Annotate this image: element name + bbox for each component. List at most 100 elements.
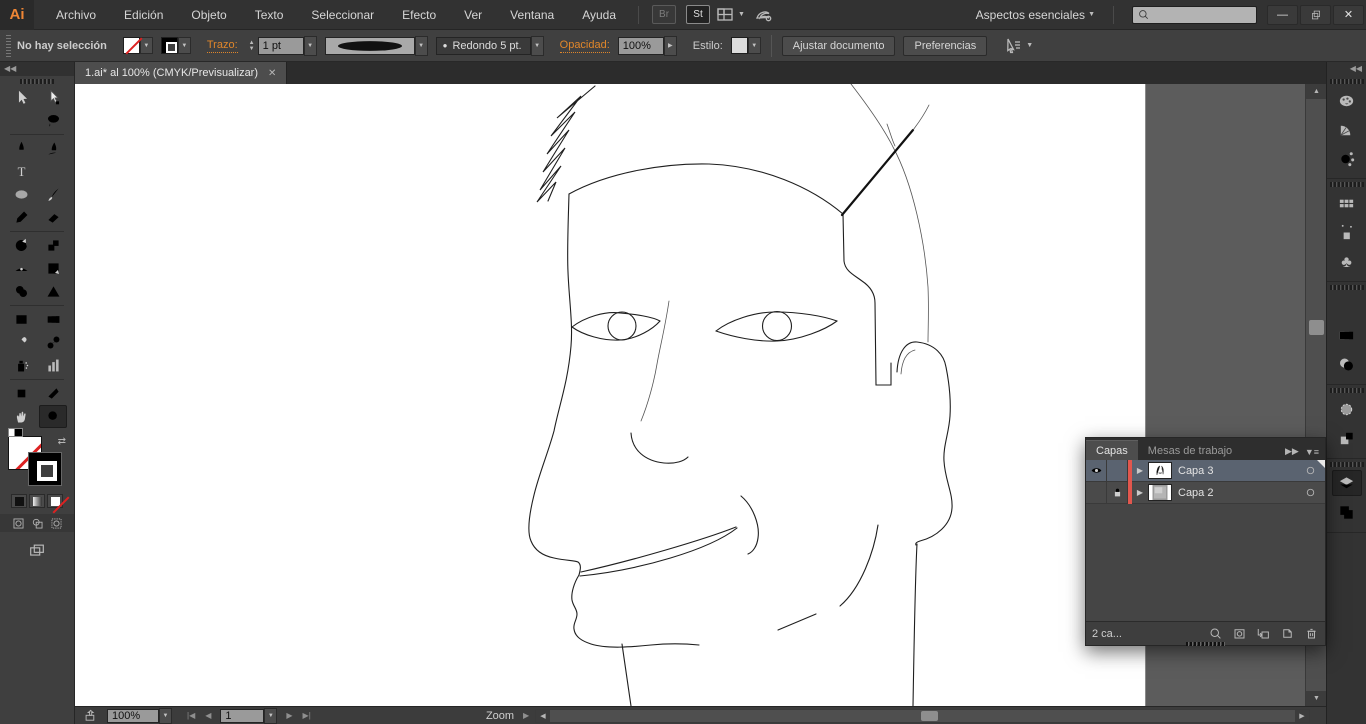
swap-fill-stroke-icon[interactable]: ⇄ (58, 436, 66, 447)
symbols-panel-icon[interactable]: ♣ (1332, 248, 1362, 274)
stroke-color-swatch[interactable] (160, 37, 178, 54)
gradient-button[interactable] (29, 494, 45, 508)
transparency-panel-icon[interactable] (1332, 351, 1362, 377)
brush-dropdown[interactable]: ▼ (530, 35, 544, 56)
variable-width-profile[interactable] (324, 36, 415, 55)
style-dropdown[interactable]: ▼ (747, 37, 761, 54)
layer-target-icon[interactable] (1304, 464, 1317, 477)
horizontal-scrollbar[interactable]: ◀ ▶ (535, 709, 1310, 723)
artboards-panel-icon[interactable] (1332, 499, 1362, 525)
stroke-dropdown-button[interactable]: ▼ (177, 37, 191, 54)
lasso-tool[interactable] (39, 109, 67, 132)
pen-tool[interactable] (7, 137, 35, 160)
graphic-styles-panel-icon[interactable] (1332, 425, 1362, 451)
menu-efecto[interactable]: Efecto (388, 0, 450, 30)
scroll-down-icon[interactable]: ▼ (1306, 691, 1327, 706)
opacity-panel-link[interactable]: Opacidad: (559, 39, 610, 53)
color-button[interactable] (11, 494, 27, 508)
stroke-width-stepper[interactable]: ▲ ▼ (246, 40, 258, 52)
artboard-number-field[interactable]: 1 (220, 708, 265, 723)
cs-live-icon[interactable] (753, 5, 773, 25)
opacity-field[interactable]: 100% (617, 36, 664, 55)
menu-ver[interactable]: Ver (450, 0, 496, 30)
fit-document-button[interactable]: Ajustar documento (781, 35, 896, 56)
horizontal-scroll-thumb[interactable] (921, 711, 938, 721)
menu-ventana[interactable]: Ventana (496, 0, 568, 30)
none-button[interactable] (47, 494, 63, 508)
panel-grip[interactable] (20, 79, 54, 84)
collapse-dock-icon[interactable]: ◀◀ (1327, 62, 1366, 76)
dock-grip[interactable] (1329, 182, 1364, 187)
shape-builder-tool[interactable] (7, 280, 35, 303)
layer-visibility-toggle[interactable] (1086, 459, 1107, 482)
color-themes-panel-icon[interactable] (1332, 145, 1362, 171)
draw-inside-icon[interactable] (47, 516, 65, 530)
eyedropper-tool[interactable] (7, 331, 35, 354)
color-panel-icon[interactable] (1332, 87, 1362, 113)
zoom-tool[interactable] (39, 405, 67, 428)
workspace-switcher[interactable]: Aspectos esenciales ▼ (966, 8, 1105, 22)
fill-color-swatch[interactable] (122, 37, 140, 54)
width-profile-dropdown[interactable]: ▼ (414, 35, 428, 56)
next-artboard-button[interactable]: ▶ (281, 711, 297, 720)
tab-mesas-de-trabajo[interactable]: Mesas de trabajo (1138, 441, 1242, 460)
default-fill-stroke-icon[interactable] (8, 424, 23, 442)
eraser-tool[interactable] (39, 206, 67, 229)
artboard-dropdown[interactable]: ▼ (264, 707, 278, 724)
zoom-level-field[interactable]: 100% (107, 708, 159, 723)
panel-grip[interactable] (6, 34, 11, 57)
search-box[interactable] (1132, 5, 1257, 24)
paintbrush-tool[interactable] (39, 183, 67, 206)
share-flyout-icon[interactable] (83, 709, 99, 723)
stroke-swatch[interactable] (28, 452, 62, 486)
symbol-sprayer-tool[interactable] (7, 354, 35, 377)
artboard-tool[interactable] (7, 382, 35, 405)
layer-name[interactable]: Capa 2 (1178, 487, 1213, 499)
vertical-scroll-thumb[interactable] (1309, 320, 1324, 335)
arrange-documents-icon[interactable] (715, 5, 735, 25)
delete-icon[interactable] (1304, 626, 1319, 641)
scroll-right-icon[interactable]: ▶ (1295, 710, 1309, 722)
brushes-panel-icon[interactable] (1332, 219, 1362, 245)
document-tab[interactable]: 1.ai* al 100% (CMYK/Previsualizar) ✕ (75, 62, 288, 84)
layer-expand-icon[interactable]: ▶ (1132, 466, 1148, 475)
layer-target-icon[interactable] (1304, 486, 1317, 499)
minimize-button[interactable]: — (1267, 4, 1298, 25)
panel-expand-icon[interactable]: ▶▶ (1285, 446, 1299, 457)
gradient-tool[interactable] (39, 308, 67, 331)
width-tool-tool[interactable] (7, 257, 35, 280)
stroke-width-field[interactable]: 1 pt (257, 36, 304, 55)
scroll-up-icon[interactable]: ▲ (1306, 84, 1327, 99)
layer-row[interactable]: ▶ Capa 2 (1086, 481, 1325, 504)
tab-capas[interactable]: Capas (1086, 440, 1138, 460)
menu-ayuda[interactable]: Ayuda (568, 0, 630, 30)
line-segment-tool[interactable] (39, 160, 67, 183)
menu-seleccionar[interactable]: Seleccionar (297, 0, 388, 30)
collapse-panel-icon[interactable]: ◀◀ (0, 62, 74, 76)
perspective-grid-tool[interactable] (39, 280, 67, 303)
dock-grip[interactable] (1329, 285, 1364, 290)
search-input[interactable] (1150, 8, 1250, 21)
slice-tool[interactable] (39, 382, 67, 405)
status-expand-icon[interactable]: ▶ (518, 711, 534, 720)
draw-normal-icon[interactable] (9, 516, 27, 530)
rotate-tool[interactable] (7, 234, 35, 257)
prev-artboard-button[interactable]: ◀ (200, 711, 216, 720)
appearance-panel-icon[interactable] (1332, 396, 1362, 422)
menu-edicion[interactable]: Edición (110, 0, 177, 30)
layers-panel-icon[interactable] (1331, 470, 1362, 496)
selection-options-icon[interactable] (1003, 36, 1023, 56)
color-guide-panel-icon[interactable] (1332, 116, 1362, 142)
layer-lock-toggle[interactable] (1107, 481, 1128, 504)
locate-object-icon[interactable] (1208, 626, 1223, 641)
swatches-panel-icon[interactable] (1332, 190, 1362, 216)
new-layer-icon[interactable] (1280, 626, 1295, 641)
stroke-panel-link[interactable]: Trazo: (206, 39, 238, 53)
dock-grip[interactable] (1329, 462, 1364, 467)
type-tool[interactable]: T (7, 160, 35, 183)
layer-visibility-toggle[interactable] (1086, 481, 1107, 504)
preferences-button[interactable]: Preferencias (903, 35, 988, 56)
first-artboard-button[interactable]: |◀ (182, 711, 200, 720)
ellipse-tool[interactable] (7, 183, 35, 206)
layer-expand-icon[interactable]: ▶ (1132, 488, 1148, 497)
